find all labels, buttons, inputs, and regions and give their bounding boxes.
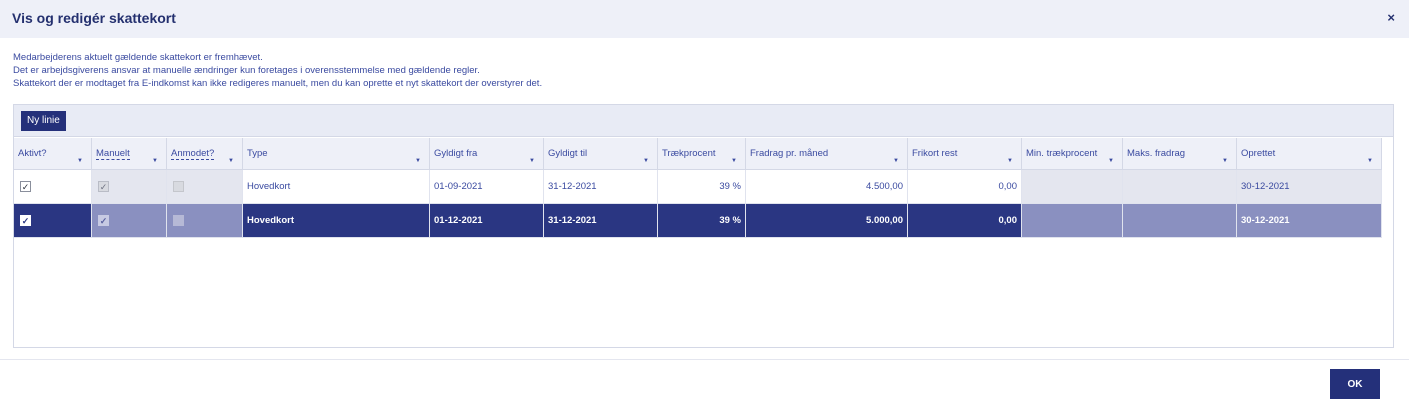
filter-arrow-icon[interactable]: ▼: [731, 158, 737, 164]
cell-gyldigt-fra[interactable]: 01-12-2021: [430, 204, 544, 238]
grid-toolbar: Ny linie: [14, 105, 1393, 137]
filter-arrow-icon[interactable]: ▼: [228, 158, 234, 164]
cell-oprettet: 30-12-2021: [1237, 204, 1382, 238]
column-label: Aktivt?: [18, 148, 47, 159]
cell-oprettet: 30-12-2021: [1237, 170, 1382, 204]
info-text: Medarbejderens aktuelt gældende skatteko…: [13, 51, 542, 90]
cell-min-traekprocent: [1022, 170, 1123, 204]
column-label: Fradrag pr. måned: [750, 148, 829, 159]
column-header-oprettet[interactable]: Oprettet ▼: [1237, 138, 1382, 170]
column-label: Maks. fradrag: [1127, 148, 1186, 159]
checkbox-checked-icon[interactable]: ✓: [20, 181, 31, 192]
footer-divider: [0, 359, 1409, 360]
tax-card-grid: Ny linie Aktivt? ▼ Manuelt ▼ Anmodet? ▼ …: [13, 104, 1394, 348]
checkbox-checked-icon[interactable]: ✓: [20, 215, 31, 226]
ok-button[interactable]: OK: [1330, 369, 1380, 399]
cell-anmodet: [167, 170, 243, 204]
filter-arrow-icon[interactable]: ▼: [1007, 158, 1013, 164]
dialog-header: Vis og redigér skattekort ×: [0, 0, 1409, 38]
info-line-2: Det er arbejdsgiverens ansvar at manuell…: [13, 65, 480, 76]
column-header-frikort-rest[interactable]: Frikort rest ▼: [908, 138, 1022, 170]
cell-fradrag[interactable]: 4.500,00: [746, 170, 908, 204]
column-label: Oprettet: [1241, 148, 1276, 159]
column-label: Frikort rest: [912, 148, 958, 159]
cell-manuelt: ✓: [92, 204, 167, 238]
cell-gyldigt-til[interactable]: 31-12-2021: [544, 204, 658, 238]
column-label: Min. trækprocent: [1026, 148, 1098, 159]
column-label: Anmodet?: [171, 148, 215, 160]
column-label: Gyldigt fra: [434, 148, 478, 159]
cell-gyldigt-fra[interactable]: 01-09-2021: [430, 170, 544, 204]
checkbox-unchecked-disabled-icon: [173, 215, 184, 226]
cell-traekprocent[interactable]: 39 %: [658, 204, 746, 238]
new-line-button[interactable]: Ny linie: [21, 111, 66, 131]
filter-arrow-icon[interactable]: ▼: [415, 158, 421, 164]
column-header-fradrag[interactable]: Fradrag pr. måned ▼: [746, 138, 908, 170]
filter-arrow-icon[interactable]: ▼: [529, 158, 535, 164]
cell-anmodet: [167, 204, 243, 238]
column-header-manuelt[interactable]: Manuelt ▼: [92, 138, 167, 170]
dialog-title: Vis og redigér skattekort: [12, 10, 176, 26]
filter-arrow-icon[interactable]: ▼: [152, 158, 158, 164]
filter-arrow-icon[interactable]: ▼: [1108, 158, 1114, 164]
column-header-gyldigt-fra[interactable]: Gyldigt fra ▼: [430, 138, 544, 170]
filter-arrow-icon[interactable]: ▼: [893, 158, 899, 164]
info-line-1: Medarbejderens aktuelt gældende skatteko…: [13, 52, 263, 63]
cell-aktivt[interactable]: ✓: [14, 170, 92, 204]
cell-frikort-rest[interactable]: 0,00: [908, 204, 1022, 238]
cell-maks-fradrag: [1123, 204, 1237, 238]
cell-traekprocent[interactable]: 39 %: [658, 170, 746, 204]
filter-arrow-icon[interactable]: ▼: [643, 158, 649, 164]
column-label: Manuelt: [96, 148, 130, 160]
cell-aktivt[interactable]: ✓: [14, 204, 92, 238]
filter-arrow-icon[interactable]: ▼: [77, 158, 83, 164]
close-icon[interactable]: ×: [1387, 10, 1395, 25]
column-header-gyldigt-til[interactable]: Gyldigt til ▼: [544, 138, 658, 170]
column-label: Gyldigt til: [548, 148, 588, 159]
checkbox-checked-disabled-icon: ✓: [98, 215, 109, 226]
checkbox-checked-disabled-icon: ✓: [98, 181, 109, 192]
filter-arrow-icon[interactable]: ▼: [1222, 158, 1228, 164]
column-label: Trækprocent: [662, 148, 716, 159]
cell-gyldigt-til[interactable]: 31-12-2021: [544, 170, 658, 204]
cell-maks-fradrag: [1123, 170, 1237, 204]
column-header-maks-fradrag[interactable]: Maks. fradrag ▼: [1123, 138, 1237, 170]
filter-arrow-icon[interactable]: ▼: [1367, 158, 1373, 164]
checkbox-unchecked-disabled-icon: [173, 181, 184, 192]
cell-frikort-rest[interactable]: 0,00: [908, 170, 1022, 204]
cell-type[interactable]: Hovedkort: [243, 204, 430, 238]
column-header-traekprocent[interactable]: Trækprocent ▼: [658, 138, 746, 170]
column-header-type[interactable]: Type ▼: [243, 138, 430, 170]
column-header-min-traekprocent[interactable]: Min. trækprocent ▼: [1022, 138, 1123, 170]
column-header-aktivt[interactable]: Aktivt? ▼: [14, 138, 92, 170]
info-line-3: Skattekort der er modtaget fra E-indkoms…: [13, 78, 543, 89]
cell-fradrag[interactable]: 5.000,00: [746, 204, 908, 238]
column-label: Type: [247, 148, 268, 159]
cell-manuelt: ✓: [92, 170, 167, 204]
cell-min-traekprocent: [1022, 204, 1123, 238]
column-header-anmodet[interactable]: Anmodet? ▼: [167, 138, 243, 170]
cell-type[interactable]: Hovedkort: [243, 170, 430, 204]
